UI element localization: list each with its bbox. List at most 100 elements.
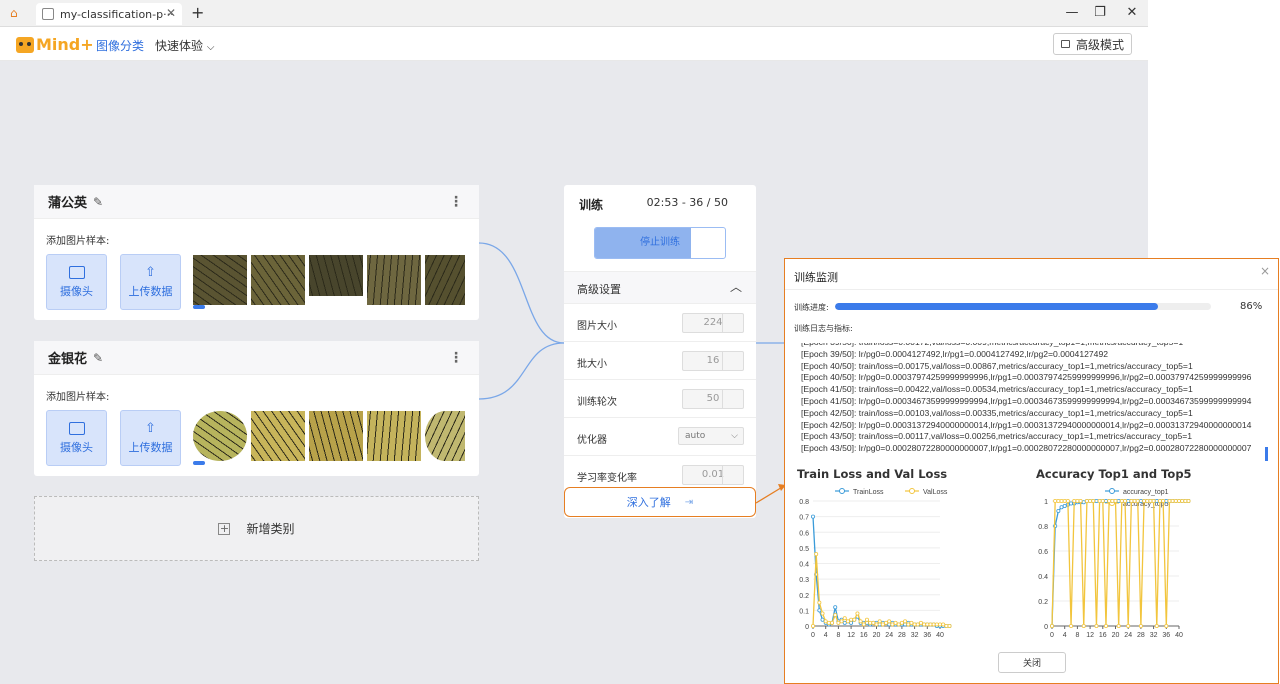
data-point-ValLoss xyxy=(858,619,863,624)
data-point-ValLoss xyxy=(814,552,819,557)
close-button[interactable]: 关闭 xyxy=(998,652,1066,673)
sample-thumbnail[interactable] xyxy=(425,411,465,461)
data-point-accuracy_top5 xyxy=(1056,498,1061,503)
x-tick-label: 16 xyxy=(860,632,868,639)
thumbnail-scrollbar[interactable] xyxy=(193,461,205,465)
data-point-ValLoss xyxy=(887,619,892,624)
data-point-accuracy_top5 xyxy=(1107,498,1112,503)
data-point-ValLoss xyxy=(839,619,844,624)
legend-marker xyxy=(839,488,845,494)
restore-button[interactable]: ❐ xyxy=(1090,4,1110,22)
edit-icon[interactable]: ✎ xyxy=(93,195,103,209)
chart-title-accuracy: Accuracy Top1 and Top5 xyxy=(1036,467,1192,481)
data-point-ValLoss xyxy=(817,600,822,605)
data-point-ValLoss xyxy=(861,622,866,627)
chevron-up-icon[interactable]: ︿ xyxy=(730,278,742,295)
image-size-input[interactable]: 224 xyxy=(682,313,744,333)
camera-label: 摄像头 xyxy=(60,284,93,298)
advanced-mode-button[interactable]: 高级模式 xyxy=(1053,33,1132,55)
param-label: 图片大小 xyxy=(577,321,617,332)
sample-thumbnail[interactable] xyxy=(425,255,465,305)
data-point-accuracy_top5 xyxy=(1123,498,1128,503)
edit-icon[interactable]: ✎ xyxy=(93,351,103,365)
data-point-ValLoss xyxy=(842,616,847,621)
sample-thumbnail[interactable] xyxy=(193,411,247,461)
data-point-ValLoss xyxy=(849,617,854,622)
camera-icon xyxy=(68,421,85,435)
upload-button[interactable]: ⇧ 上传数据 xyxy=(120,410,181,466)
data-point-ValLoss xyxy=(925,622,930,627)
x-tick-label: 0 xyxy=(811,632,815,639)
thumbnail-strip xyxy=(193,411,468,461)
train-timer: 02:53 - 36 / 50 xyxy=(646,196,728,209)
data-point-ValLoss xyxy=(820,611,825,616)
log-scrollbar[interactable] xyxy=(1265,447,1268,461)
advanced-mode-label: 高级模式 xyxy=(1075,37,1124,52)
data-point-accuracy_top5 xyxy=(1110,498,1115,503)
learn-more-button[interactable]: 深入了解 ⇥ xyxy=(564,487,756,517)
thumbnail-scrollbar[interactable] xyxy=(193,305,205,309)
more-options-icon[interactable]: ⋮ xyxy=(449,350,463,366)
sample-thumbnail[interactable] xyxy=(367,411,421,461)
window-close-button[interactable]: ✕ xyxy=(1122,4,1142,22)
sample-thumbnail[interactable] xyxy=(309,255,363,296)
x-tick-label: 24 xyxy=(1124,632,1132,639)
plus-icon: + xyxy=(218,521,231,535)
progress-label: 训练进度: xyxy=(794,303,829,312)
y-tick-label: 0.8 xyxy=(1038,524,1048,531)
epochs-input[interactable]: 50 xyxy=(682,389,744,409)
optimizer-select[interactable]: auto ⌵ xyxy=(678,427,744,445)
sample-thumbnail[interactable] xyxy=(309,411,363,461)
data-point-accuracy_top5 xyxy=(1132,498,1137,503)
more-options-icon[interactable]: ⋮ xyxy=(449,194,463,210)
minimize-button[interactable]: — xyxy=(1062,4,1082,22)
dialog-close-icon[interactable]: × xyxy=(1260,264,1270,278)
data-point-TrainLoss xyxy=(820,617,825,622)
data-point-accuracy_top5 xyxy=(1148,498,1153,503)
log-label: 训练日志与指标: xyxy=(794,324,853,333)
x-tick-label: 8 xyxy=(1075,632,1079,639)
x-tick-label: 28 xyxy=(1137,632,1145,639)
data-point-accuracy_top1 xyxy=(1062,503,1067,508)
y-tick-label: 0.8 xyxy=(799,499,809,506)
chevron-down-icon: ⌵ xyxy=(731,431,738,441)
data-point-accuracy_top5 xyxy=(1151,498,1156,503)
sample-thumbnail[interactable] xyxy=(251,411,305,461)
add-category-button[interactable]: + 新增类别 xyxy=(34,496,479,561)
sample-thumbnail[interactable] xyxy=(251,255,305,305)
data-point-accuracy_top1 xyxy=(1164,498,1169,503)
camera-button[interactable]: 摄像头 xyxy=(46,410,107,466)
data-point-accuracy_top5 xyxy=(1180,498,1185,503)
lr-factor-input[interactable]: 0.01 xyxy=(682,465,744,485)
x-tick-label: 36 xyxy=(923,632,931,639)
upload-icon: ⇧ xyxy=(145,264,156,280)
data-point-accuracy_top5 xyxy=(1154,623,1159,628)
class-name: 金银花 xyxy=(48,352,88,367)
log-line: [Epoch 43/50]: train/loss=0.00117,val/lo… xyxy=(801,431,1193,442)
x-tick-label: 20 xyxy=(873,632,881,639)
advanced-settings-header[interactable]: 高级设置 ︿ xyxy=(564,271,756,303)
x-tick-label: 40 xyxy=(1175,632,1183,639)
data-point-ValLoss xyxy=(833,613,838,618)
upload-button[interactable]: ⇧ 上传数据 xyxy=(120,254,181,310)
sample-thumbnail[interactable] xyxy=(193,255,247,305)
legend-label: ValLoss xyxy=(923,489,948,496)
data-point-ValLoss xyxy=(947,623,952,628)
sample-thumbnail[interactable] xyxy=(367,255,421,305)
data-point-ValLoss xyxy=(830,620,835,625)
legend-label: TrainLoss xyxy=(853,489,884,496)
data-point-accuracy_top5 xyxy=(1078,498,1083,503)
y-tick-label: 0.3 xyxy=(799,577,809,584)
training-log[interactable]: [Epoch 39/50]: train/loss=0.00172,val/lo… xyxy=(797,343,1259,465)
stop-training-button[interactable]: 停止训练 xyxy=(594,227,726,259)
data-point-accuracy_top5 xyxy=(1119,498,1124,503)
data-point-ValLoss xyxy=(922,622,927,627)
batch-size-input[interactable]: 16 xyxy=(682,351,744,371)
data-point-accuracy_top1 xyxy=(1069,501,1074,506)
data-point-accuracy_top1 xyxy=(1103,498,1108,503)
camera-button[interactable]: 摄像头 xyxy=(46,254,107,310)
data-point-accuracy_top5 xyxy=(1138,623,1143,628)
data-point-TrainLoss xyxy=(817,608,822,613)
data-point-ValLoss xyxy=(868,620,873,625)
data-point-TrainLoss xyxy=(849,620,854,625)
